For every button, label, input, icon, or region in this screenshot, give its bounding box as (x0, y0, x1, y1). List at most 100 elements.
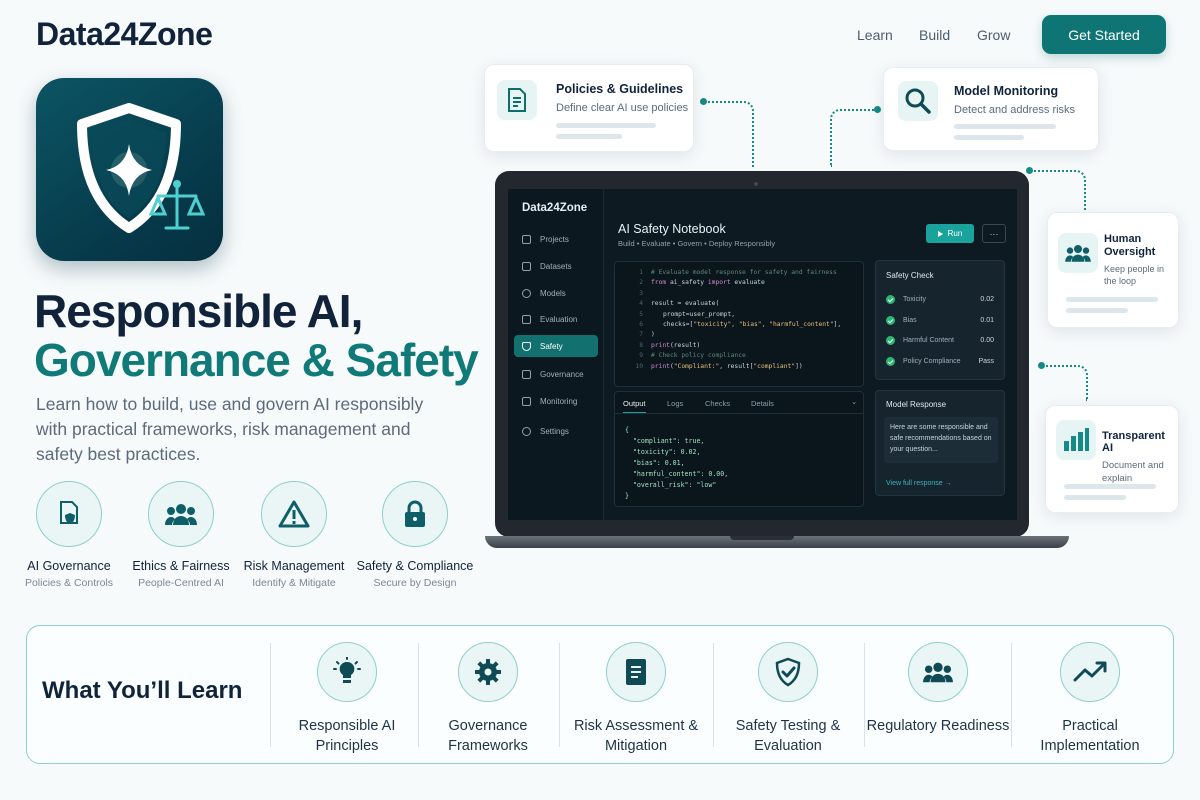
gear-icon (522, 288, 531, 298)
database-icon (522, 261, 531, 271)
placeholder-bar (1064, 484, 1156, 489)
monitor-icon (522, 396, 531, 406)
learn-item-label: Safety Testing & Evaluation (735, 718, 841, 754)
lightbulb-icon (317, 642, 377, 702)
nav-learn[interactable]: Learn (857, 27, 893, 43)
people-icon (148, 481, 214, 547)
tab-output[interactable]: Output (623, 399, 646, 413)
pillar-title: Ethics & Fairness (132, 559, 230, 573)
check-icon (886, 295, 895, 304)
app-screen: Data24Zone Projects Datasets Models Eval… (508, 189, 1017, 520)
card-desc: Define clear AI use policies (556, 102, 689, 114)
pillar-title: AI Governance (27, 559, 111, 573)
connector-line (830, 109, 876, 167)
sidebar-item-label: Projects (540, 234, 569, 244)
placeholder-bar (556, 123, 656, 128)
shield-icon (522, 341, 531, 351)
learn-item-risk[interactable]: Risk Assessment & Mitigation (561, 642, 711, 756)
code-editor[interactable]: 1 # Evaluate model response for safety an… (614, 261, 864, 387)
card-human-oversight[interactable]: Human Oversight Keep people in the loop (1047, 212, 1179, 328)
shield-check-icon (758, 642, 818, 702)
run-button[interactable]: Run (926, 224, 974, 243)
learn-item-safety-testing[interactable]: Safety Testing & Evaluation (713, 642, 863, 756)
sidebar-item-label: Safety (540, 341, 563, 351)
pillar-sub: People-Centred AI (138, 577, 224, 589)
nav-build[interactable]: Build (919, 27, 950, 43)
sidebar-item-label: Monitoring (540, 396, 578, 406)
play-icon (937, 230, 943, 237)
brand-logo-text[interactable]: Data24Zone (36, 16, 213, 53)
learn-item-regulatory[interactable]: Regulatory Readiness (863, 642, 1013, 736)
sidebar-item-monitoring[interactable]: Monitoring (514, 390, 598, 412)
check-icon (886, 316, 895, 325)
notebook-subtitle: Build • Evaluate • Govern • Deploy Respo… (618, 239, 776, 248)
people-icon (1058, 233, 1098, 273)
card-title: Model Monitoring (954, 84, 1059, 98)
card-model-monitoring[interactable]: Model Monitoring Detect and address risk… (883, 67, 1099, 151)
document-icon (497, 80, 537, 120)
tab-checks[interactable]: Checks (705, 399, 730, 408)
pillar-title: Risk Management (243, 559, 345, 573)
pillar-ai-governance[interactable]: AI Governance Policies & Controls (9, 481, 129, 589)
pillar-sub: Secure by Design (373, 577, 457, 589)
connector-line (1030, 170, 1086, 210)
gear-icon (522, 426, 531, 436)
lock-icon (382, 481, 448, 547)
hero-title-line1: Responsible AI, (34, 285, 363, 337)
placeholder-bar (954, 135, 1024, 140)
learn-title: What You’ll Learn (42, 677, 243, 704)
tab-logs[interactable]: Logs (667, 399, 683, 408)
warning-icon (261, 481, 327, 547)
view-full-response-link[interactable]: View full response → (886, 480, 952, 487)
document-icon (522, 369, 531, 379)
sidebar-item-evaluation[interactable]: Evaluation (514, 308, 598, 330)
safety-check-title: Safety Check (886, 271, 934, 280)
sidebar-item-label: Governance (540, 369, 584, 379)
model-response-text: Here are some responsible and safe recom… (884, 417, 998, 463)
more-options-button[interactable]: ··· (982, 224, 1006, 243)
card-title: Policies & Guidelines (556, 82, 684, 96)
safety-check-panel: Safety Check Toxicity 0.02 Bias 0.01 Harmf… (875, 260, 1005, 380)
get-started-button[interactable]: Get Started (1042, 15, 1166, 54)
output-json: { "compliant": true, "toxicity": 0.02, "… (625, 426, 729, 500)
notebook-title: AI Safety Notebook (618, 222, 726, 236)
nav-grow[interactable]: Grow (977, 27, 1010, 43)
card-title: Human Oversight (1104, 233, 1156, 258)
camera-dot (754, 182, 758, 186)
card-desc: Detect and address risks (954, 104, 1076, 116)
sidebar-item-settings[interactable]: Settings (514, 420, 598, 442)
sidebar-item-models[interactable]: Models (514, 282, 598, 304)
pillar-ethics-fairness[interactable]: Ethics & Fairness People-Centred AI (121, 481, 241, 589)
sidebar-item-label: Settings (540, 426, 569, 436)
document-shield-icon (36, 481, 102, 547)
divider (270, 643, 271, 747)
pillar-safety-compliance[interactable]: Safety & Compliance Secure by Design (355, 481, 475, 589)
card-policies-guidelines[interactable]: Policies & Guidelines Define clear AI us… (484, 64, 694, 152)
pillar-sub: Policies & Controls (24, 577, 114, 589)
card-transparent-ai[interactable]: Transparent AI Document and explain (1045, 405, 1179, 513)
placeholder-bar (1066, 297, 1158, 302)
placeholder-bar (1064, 495, 1126, 500)
sidebar-item-datasets[interactable]: Datasets (514, 255, 598, 277)
trend-up-icon (1060, 642, 1120, 702)
checklist-icon (606, 642, 666, 702)
hero-title-line2: Governance & Safety (34, 334, 479, 386)
check-icon (886, 336, 895, 345)
pillar-risk-management[interactable]: Risk Management Identify & Mitigate (234, 481, 354, 589)
placeholder-bar (556, 134, 622, 139)
magnifier-icon (898, 81, 938, 121)
sidebar-item-governance[interactable]: Governance (514, 363, 598, 385)
learn-item-principles[interactable]: Responsible AI Principles (272, 642, 422, 756)
bar-chart-icon (1056, 420, 1096, 460)
learn-item-governance[interactable]: Governance Frameworks (413, 642, 563, 756)
sidebar-item-projects[interactable]: Projects (514, 228, 598, 250)
chevron-down-icon[interactable]: ⌄ (851, 397, 857, 406)
safety-row: Bias 0.01 (886, 316, 994, 325)
sidebar-item-safety[interactable]: Safety (514, 335, 598, 357)
sidebar-item-label: Evaluation (540, 314, 578, 324)
safety-row: Policy Compliance Pass (886, 357, 994, 366)
learn-item-implementation[interactable]: Practical Implementation (1015, 642, 1165, 756)
card-desc: Document and explain (1102, 460, 1164, 484)
tab-details[interactable]: Details (751, 399, 774, 408)
pillar-sub: Identify & Mitigate (252, 577, 336, 589)
